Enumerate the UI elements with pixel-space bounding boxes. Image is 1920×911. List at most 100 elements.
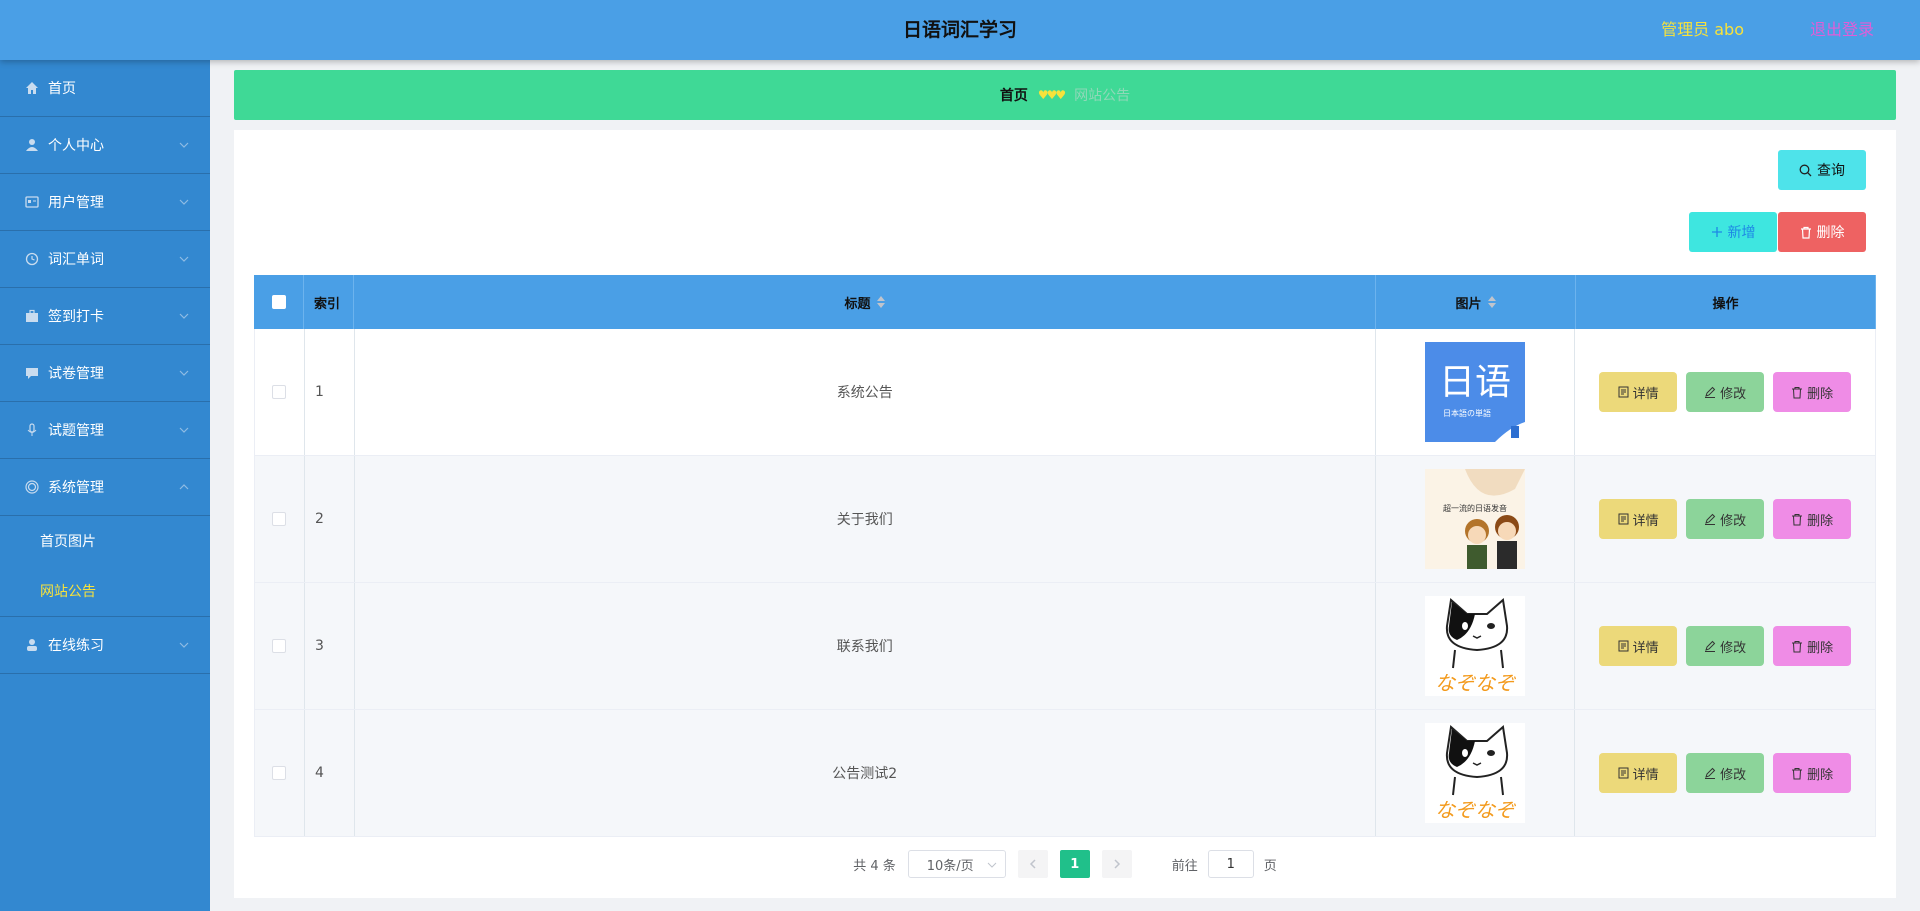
cat-riddle-image: なぞなぞ bbox=[1425, 596, 1525, 696]
sidebar-item-home[interactable]: 首页 bbox=[0, 60, 210, 117]
header-title[interactable]: 标题 bbox=[354, 275, 1376, 329]
sidebar-item-personal-center[interactable]: 个人中心 bbox=[0, 117, 210, 174]
sidebar-item-label: 系统管理 bbox=[48, 480, 104, 496]
next-page-button[interactable] bbox=[1101, 850, 1132, 878]
breadcrumb-current: 网站公告 bbox=[1074, 88, 1131, 104]
document-icon bbox=[1618, 767, 1629, 779]
briefcase-icon bbox=[24, 308, 40, 324]
id-card-icon bbox=[24, 194, 40, 210]
anime-characters-image: 超一流的日语发音 bbox=[1425, 469, 1525, 569]
page-size-select[interactable]: 10条/页 bbox=[907, 850, 1006, 878]
cat-riddle-image: なぞなぞ bbox=[1425, 723, 1525, 823]
detail-button[interactable]: 详情 bbox=[1599, 753, 1678, 793]
page-number-current[interactable]: 1 bbox=[1059, 850, 1090, 878]
row-actions: 详情 修改 删除 bbox=[1575, 329, 1875, 455]
chat-icon bbox=[24, 365, 40, 381]
edit-button[interactable]: 修改 bbox=[1686, 372, 1765, 412]
sidebar-item-exam-papers[interactable]: 试卷管理 bbox=[0, 345, 210, 402]
thumb-caption: 超一流的日语发音 bbox=[1443, 503, 1507, 513]
announcements-table: 索引 标题 图片 操作 1 系统公告 日语 日本語の単語 详情 修改 删除 2 … bbox=[254, 275, 1876, 837]
edit-button[interactable]: 修改 bbox=[1686, 499, 1765, 539]
top-header: 日语词汇学习 管理员 abo 退出登录 bbox=[0, 0, 1920, 60]
delete-label: 删除 bbox=[1807, 513, 1834, 529]
delete-label: 删除 bbox=[1807, 767, 1834, 783]
mic-icon bbox=[24, 422, 40, 438]
goto-page-input[interactable]: 1 bbox=[1207, 850, 1254, 878]
delete-button[interactable]: 删除 bbox=[1773, 372, 1852, 412]
row-checkbox[interactable] bbox=[272, 385, 287, 399]
logout-link[interactable]: 退出登录 bbox=[1810, 0, 1874, 60]
batch-delete-button[interactable]: 删除 bbox=[1778, 212, 1866, 252]
trash-icon bbox=[1792, 767, 1803, 779]
query-button[interactable]: 查询 bbox=[1778, 150, 1866, 190]
edit-label: 修改 bbox=[1720, 386, 1747, 402]
document-icon bbox=[1618, 386, 1629, 398]
sidebar: 首页 个人中心 用户管理 词汇单词 签到打卡 试卷管理 试题管理 系统管理 首页… bbox=[0, 60, 210, 911]
row-actions: 详情 修改 删除 bbox=[1575, 456, 1875, 582]
detail-button[interactable]: 详情 bbox=[1599, 372, 1678, 412]
breadcrumb-home[interactable]: 首页 bbox=[1000, 85, 1028, 105]
table-row: 3 联系我们 なぞなぞ 详情 修改 删除 bbox=[254, 583, 1876, 710]
delete-button[interactable]: 删除 bbox=[1773, 499, 1852, 539]
sidebar-item-label: 词汇单词 bbox=[48, 252, 104, 268]
sidebar-item-online-practice[interactable]: 在线练习 bbox=[0, 617, 210, 674]
sidebar-item-questions[interactable]: 试题管理 bbox=[0, 402, 210, 459]
document-icon bbox=[1618, 640, 1629, 652]
trash-icon bbox=[1792, 640, 1803, 652]
header-checkbox-cell bbox=[254, 275, 304, 329]
detail-button[interactable]: 详情 bbox=[1599, 499, 1678, 539]
delete-label: 删除 bbox=[1807, 640, 1834, 656]
sidebar-item-label: 试题管理 bbox=[48, 423, 104, 439]
sidebar-item-label: 用户管理 bbox=[48, 195, 104, 211]
edit-button[interactable]: 修改 bbox=[1686, 753, 1765, 793]
row-checkbox[interactable] bbox=[272, 512, 287, 526]
sidebar-item-system-management[interactable]: 系统管理 bbox=[0, 459, 210, 516]
sidebar-item-label: 在线练习 bbox=[48, 638, 104, 654]
sort-icon[interactable] bbox=[1487, 296, 1496, 308]
delete-button[interactable]: 删除 bbox=[1773, 753, 1852, 793]
chevron-down-icon bbox=[179, 142, 189, 148]
sidebar-item-check-in[interactable]: 签到打卡 bbox=[0, 288, 210, 345]
header-image-label: 图片 bbox=[1455, 296, 1482, 312]
sidebar-item-user-management[interactable]: 用户管理 bbox=[0, 174, 210, 231]
pagination-total: 共 4 条 bbox=[853, 858, 896, 874]
plus-icon bbox=[1711, 227, 1722, 237]
chevron-right-icon bbox=[1114, 859, 1120, 869]
sort-icon[interactable] bbox=[876, 296, 885, 308]
select-all-checkbox[interactable] bbox=[271, 295, 286, 309]
japanese-logo-image: 日语 日本語の単語 bbox=[1425, 342, 1525, 442]
trash-icon bbox=[1792, 513, 1803, 525]
chevron-up-icon bbox=[179, 484, 189, 490]
thumb-caption: なぞなぞ bbox=[1435, 798, 1517, 822]
chevron-down-icon bbox=[179, 642, 189, 648]
search-icon bbox=[1799, 164, 1812, 176]
delete-button[interactable]: 删除 bbox=[1773, 626, 1852, 666]
row-actions: 详情 修改 删除 bbox=[1575, 583, 1875, 709]
row-checkbox[interactable] bbox=[272, 766, 287, 780]
table-row: 4 公告测试2 なぞなぞ 详情 修改 删除 bbox=[254, 710, 1876, 837]
edit-label: 修改 bbox=[1720, 640, 1747, 656]
sidebar-subitem-home-images[interactable]: 首页图片 bbox=[0, 516, 210, 566]
header-image[interactable]: 图片 bbox=[1376, 275, 1576, 329]
pencil-icon bbox=[1705, 767, 1716, 779]
row-actions: 详情 修改 删除 bbox=[1575, 710, 1875, 836]
trash-icon bbox=[1792, 386, 1803, 398]
pencil-icon bbox=[1705, 640, 1716, 652]
detail-button[interactable]: 详情 bbox=[1599, 626, 1678, 666]
sidebar-subitem-announcements[interactable]: 网站公告 bbox=[0, 566, 210, 616]
row-checkbox-cell bbox=[255, 583, 305, 709]
query-label: 查询 bbox=[1817, 163, 1845, 179]
edit-button[interactable]: 修改 bbox=[1686, 626, 1765, 666]
sidebar-item-vocabulary[interactable]: 词汇单词 bbox=[0, 231, 210, 288]
row-image-cell: なぞなぞ bbox=[1376, 583, 1576, 709]
prev-page-button[interactable] bbox=[1017, 850, 1048, 878]
row-checkbox-cell bbox=[255, 456, 305, 582]
row-checkbox[interactable] bbox=[272, 639, 287, 653]
chevron-left-icon bbox=[1029, 859, 1036, 869]
breadcrumb-separator-hearts: ♥♥♥ bbox=[1037, 88, 1066, 102]
add-button[interactable]: 新增 bbox=[1689, 212, 1777, 252]
chevron-down-icon bbox=[179, 427, 189, 433]
pencil-icon bbox=[1705, 513, 1716, 525]
add-label: 新增 bbox=[1727, 225, 1756, 241]
pagination: 共 4 条 10条/页 1 前往 1 页 bbox=[234, 850, 1896, 878]
